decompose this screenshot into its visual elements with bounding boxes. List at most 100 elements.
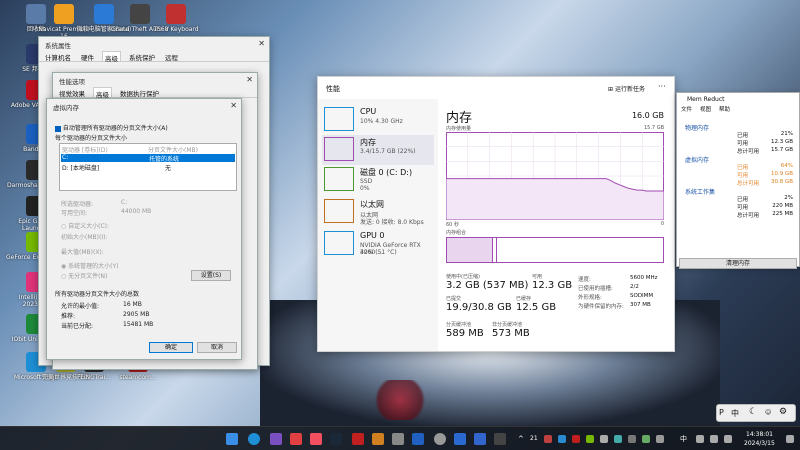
mem-value: 21% [780,131,793,137]
mem-key: 可用 [737,205,749,211]
resource-name: 以太网 [360,200,384,209]
set-button[interactable]: 设置(S) [191,270,231,281]
game-icon[interactable] [352,433,364,445]
app-icon[interactable] [392,433,404,445]
virtual-memory-dialog: 虚拟内存 ✕ 自动管理所有驱动器的分页文件大小(A) 每个驱动器的分页文件大小 … [46,98,242,360]
tab-advanced[interactable]: 高级 [93,87,112,99]
mem-row: 可用 12.3 GB [697,139,793,147]
mem-key: 已用 [737,165,749,171]
menu-view[interactable]: 视图 [700,105,711,113]
start-icon[interactable] [226,433,238,445]
resource-list: CPU 10% 4.30 GHz 内存 3.4/15.7 GB (22%) 磁盘… [318,99,438,351]
mem-row: 可用 10.9 GB [697,171,793,179]
network-icon[interactable] [696,435,704,443]
steam-icon[interactable] [330,433,342,445]
moon-icon[interactable]: ☾ [749,407,757,417]
auto-manage-checkbox-row[interactable]: 自动管理所有驱动器的分页文件大小(A) [55,123,168,132]
close-icon[interactable]: ✕ [246,75,253,84]
size-label: 托管的系统 [149,156,180,163]
tray-icon[interactable] [544,435,552,443]
music-icon[interactable] [310,433,322,445]
app-icon[interactable] [412,433,424,445]
close-icon[interactable]: ✕ [230,101,237,110]
tray-icon[interactable] [600,435,608,443]
tray-icon[interactable] [586,435,594,443]
notification-icon[interactable] [786,435,794,443]
app-icon[interactable] [290,433,302,445]
emoji-icon[interactable]: ☺ [765,409,771,416]
custom-size-label: 自定义大小(C): [68,223,110,230]
each-drive-heading: 每个驱动器的分页文件大小 [55,135,128,142]
detail-row: 外形规格: SODIMM [578,293,670,301]
cancel-button[interactable]: 取消 [197,342,237,353]
resource-sub: 3.4/15.7 GB (22%) [360,148,416,155]
menu-file[interactable]: 文件 [681,105,692,113]
app-icon[interactable] [454,433,466,445]
clock-time[interactable]: 14:38:01 [746,431,773,438]
resource-item[interactable]: 以太网 以太网 发送: 0 接收: 8.0 Kbps [322,197,434,227]
stat-value: 589 MB [446,328,484,339]
ime-indicator[interactable]: 中 [680,434,687,444]
stat-label: 可用 [532,274,543,280]
close-icon[interactable]: ✕ [258,39,265,48]
min-value: 16 MB [123,301,142,308]
more-icon[interactable]: ··· [658,82,666,91]
overflow-icon[interactable]: ^ [518,435,524,443]
tray-icon[interactable] [628,435,636,443]
resource-name: 磁盘 0 (C: D:) [360,168,413,177]
checkbox-checked-icon[interactable] [55,125,61,132]
tray-icon[interactable] [614,435,622,443]
menu-bar: 文件 视图 帮助 [681,105,730,113]
stat: 已提交 19.9/30.8 GB [446,295,512,313]
resource-item[interactable]: CPU 10% 4.30 GHz [322,105,434,135]
tab-visual-effects[interactable]: 视觉效果 [57,87,87,98]
tab-system-protection[interactable]: 系统保护 [127,51,157,62]
resource-name: GPU 0 [360,231,385,240]
resource-name: CPU [360,107,377,116]
section-title: 性能 [326,85,340,93]
tab-dep[interactable]: 数据执行保护 [118,87,161,98]
app-icon[interactable] [434,433,446,445]
clock-date[interactable]: 2024/3/15 [744,440,775,447]
desktop-icon[interactable]: TS68 Keyboard [146,4,206,33]
edge-icon[interactable] [248,433,260,445]
tab-remote[interactable]: 远程 [163,51,180,62]
battery-icon[interactable] [724,435,732,443]
tray-icon[interactable] [656,435,664,443]
tab-hardware[interactable]: 硬件 [79,51,96,62]
tray-icon[interactable] [572,435,580,443]
tray-icon[interactable] [642,435,650,443]
resource-item[interactable]: 磁盘 0 (C: D:) SSD 0% [322,165,434,195]
resource-item[interactable]: 内存 3.4/15.7 GB (22%) [322,135,434,165]
vs-icon[interactable] [270,433,282,445]
stat-value: 12.5 GB [516,302,557,313]
list-item[interactable]: D: [本地磁盘] 无 [61,163,235,172]
recommended-label: 推荐: [61,313,76,320]
tab-advanced[interactable]: 高级 [102,51,121,63]
clean-memory-button[interactable]: 清理内存 [679,258,797,269]
taskbar: ^ 21 中 14:38:01 2024/3/15 [0,426,800,450]
system-managed-radio[interactable]: ◉ 系统管理的大小(Y) [61,261,119,270]
ime-mode[interactable]: 中 [731,408,739,419]
app-icon [54,4,74,24]
app-icon[interactable] [372,433,384,445]
menu-help[interactable]: 帮助 [719,105,730,113]
ime-p-icon[interactable]: P [719,408,724,417]
initial-size-label: 初始大小(MB)(I): [61,234,108,241]
run-task-button[interactable]: ⊞ 运行新任务 [608,84,645,93]
tray-icon[interactable] [558,435,566,443]
custom-size-radio[interactable]: ○ 自定义大小(C): [61,221,109,230]
tab-computer-name[interactable]: 计算机名 [43,51,73,62]
settings-icon[interactable]: ⚙ [779,407,787,417]
no-paging-radio[interactable]: ○ 无分页文件(N) [61,271,107,280]
ok-button[interactable]: 确定 [149,342,193,353]
stat: 非分页缓冲池 573 MB [492,321,530,339]
detail-value: SODIMM [630,293,654,299]
resource-item[interactable]: GPU 0 NVIDIA GeForce RTX 4060 ... 32% (5… [322,229,434,259]
list-item-selected[interactable]: C: 托管的系统 [61,154,235,163]
stat: 已缓存 12.5 GB [516,295,556,313]
app-icon[interactable] [474,433,486,445]
app-icon[interactable] [494,433,506,445]
mem-value: 15.7 GB [770,147,793,153]
volume-icon[interactable] [710,435,718,443]
